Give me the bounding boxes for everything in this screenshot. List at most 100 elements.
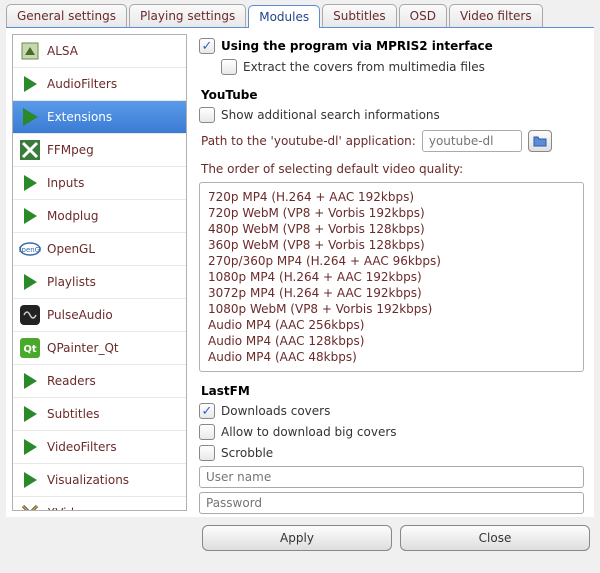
content-pane: ALSA AudioFilters Extensions FFMpeg Inpu… <box>6 27 594 517</box>
quality-item[interactable]: 1080p WebM (VP8 + Vorbis 192kbps) <box>208 301 575 317</box>
play-icon <box>19 469 41 491</box>
sidebar-item-qpainter[interactable]: Qt QPainter_Qt <box>13 332 186 365</box>
quality-item[interactable]: 720p MP4 (H.264 + AAC 192kbps) <box>208 189 575 205</box>
svg-text:OpenGL: OpenGL <box>19 246 41 254</box>
sidebar-item-label: Visualizations <box>47 473 129 487</box>
sidebar-item-label: Modplug <box>47 209 99 223</box>
lastfm-big-label: Allow to download big covers <box>221 425 397 439</box>
sidebar-item-label: Extensions <box>47 110 112 124</box>
close-button[interactable]: Close <box>400 525 590 551</box>
tab-video-filters[interactable]: Video filters <box>449 4 543 27</box>
sidebar-item-label: Readers <box>47 374 96 388</box>
quality-item[interactable]: 480p WebM (VP8 + Vorbis 128kbps) <box>208 221 575 237</box>
lastfm-scrobble-label: Scrobble <box>221 446 273 460</box>
sidebar-item-inputs[interactable]: Inputs <box>13 167 186 200</box>
apply-button[interactable]: Apply <box>202 525 392 551</box>
lastfm-big-row: Allow to download big covers <box>199 422 584 443</box>
lastfm-downloads-row: Downloads covers <box>199 401 584 422</box>
sidebar-item-label: FFMpeg <box>47 143 94 157</box>
youtube-show-additional-label: Show additional search informations <box>221 108 440 122</box>
tab-bar: General settings Playing settings Module… <box>0 0 600 27</box>
youtube-title: YouTube <box>199 78 584 105</box>
quality-item[interactable]: 3072p MP4 (H.264 + AAC 192kbps) <box>208 285 575 301</box>
quality-item[interactable]: 270p/360p MP4 (H.264 + AAC 96kbps) <box>208 253 575 269</box>
sidebar-item-xvideo[interactable]: XVideo <box>13 497 186 511</box>
sidebar-item-label: ALSA <box>47 44 78 58</box>
lastfm-title: LastFM <box>199 374 584 401</box>
lastfm-downloads-checkbox[interactable] <box>199 403 215 419</box>
ffmpeg-icon <box>19 139 41 161</box>
play-icon <box>19 271 41 293</box>
quality-item[interactable]: 360p WebM (VP8 + Vorbis 128kbps) <box>208 237 575 253</box>
quality-item[interactable]: 1080p MP4 (H.264 + AAC 192kbps) <box>208 269 575 285</box>
youtube-dl-path-input[interactable] <box>422 130 522 152</box>
sidebar-item-label: Playlists <box>47 275 96 289</box>
play-icon <box>19 370 41 392</box>
youtube-dl-path-row: Path to the 'youtube-dl' application: <box>199 126 584 158</box>
quality-item[interactable]: Audio MP4 (AAC 128kbps) <box>208 333 575 349</box>
play-icon <box>19 172 41 194</box>
sidebar-item-opengl[interactable]: OpenGL OpenGL <box>13 233 186 266</box>
youtube-dl-path-label: Path to the 'youtube-dl' application: <box>201 134 416 148</box>
sidebar-item-playlists[interactable]: Playlists <box>13 266 186 299</box>
tab-subtitles[interactable]: Subtitles <box>322 4 397 27</box>
lastfm-scrobble-checkbox[interactable] <box>199 445 215 461</box>
sidebar-item-label: Inputs <box>47 176 84 190</box>
sidebar-item-extensions[interactable]: Extensions <box>13 101 186 134</box>
mpris2-checkbox[interactable] <box>199 38 215 54</box>
extract-covers-checkbox[interactable] <box>221 59 237 75</box>
quality-item[interactable]: 720p WebM (VP8 + Vorbis 192kbps) <box>208 205 575 221</box>
youtube-show-additional-checkbox[interactable] <box>199 107 215 123</box>
alsa-icon <box>19 40 41 62</box>
lastfm-username-input[interactable] <box>199 466 584 488</box>
play-icon <box>19 205 41 227</box>
sidebar-item-videofilters[interactable]: VideoFilters <box>13 431 186 464</box>
sidebar-item-label: AudioFilters <box>47 77 117 91</box>
extract-covers-label: Extract the covers from multimedia files <box>243 60 485 74</box>
folder-icon <box>533 135 547 147</box>
xvideo-icon <box>19 502 41 511</box>
sidebar-item-readers[interactable]: Readers <box>13 365 186 398</box>
quality-item[interactable]: Audio MP4 (AAC 48kbps) <box>208 349 575 365</box>
play-icon <box>19 436 41 458</box>
play-icon <box>19 403 41 425</box>
tab-osd[interactable]: OSD <box>399 4 447 27</box>
quality-order-label: The order of selecting default video qua… <box>199 158 584 180</box>
dialog-buttons: Apply Close <box>0 517 600 559</box>
qt-icon: Qt <box>19 337 41 359</box>
lastfm-scrobble-row: Scrobble <box>199 443 584 464</box>
sidebar-item-audiofilters[interactable]: AudioFilters <box>13 68 186 101</box>
svg-text:Qt: Qt <box>23 344 37 355</box>
sidebar-item-modplug[interactable]: Modplug <box>13 200 186 233</box>
sidebar-item-label: QPainter_Qt <box>47 341 119 355</box>
quality-list[interactable]: 720p MP4 (H.264 + AAC 192kbps) 720p WebM… <box>199 182 584 372</box>
mpris2-label: Using the program via MPRIS2 interface <box>221 39 493 53</box>
module-sidebar[interactable]: ALSA AudioFilters Extensions FFMpeg Inpu… <box>12 34 187 511</box>
mpris2-row: Using the program via MPRIS2 interface <box>199 36 584 57</box>
sidebar-item-label: PulseAudio <box>47 308 113 322</box>
quality-item[interactable]: Audio MP4 (AAC 256kbps) <box>208 317 575 333</box>
play-icon <box>19 106 41 128</box>
browse-button[interactable] <box>528 130 552 152</box>
sidebar-item-subtitles[interactable]: Subtitles <box>13 398 186 431</box>
tab-playing[interactable]: Playing settings <box>129 4 246 27</box>
lastfm-password-input[interactable] <box>199 492 584 514</box>
settings-panel: Using the program via MPRIS2 interface E… <box>191 28 594 517</box>
sidebar-item-label: Subtitles <box>47 407 100 421</box>
play-icon <box>19 73 41 95</box>
pulseaudio-icon <box>19 304 41 326</box>
sidebar-item-label: OpenGL <box>47 242 95 256</box>
sidebar-item-visualizations[interactable]: Visualizations <box>13 464 186 497</box>
opengl-icon: OpenGL <box>19 238 41 260</box>
lastfm-big-checkbox[interactable] <box>199 424 215 440</box>
sidebar-item-label: VideoFilters <box>47 440 117 454</box>
youtube-show-additional-row: Show additional search informations <box>199 105 584 126</box>
sidebar-item-ffmpeg[interactable]: FFMpeg <box>13 134 186 167</box>
tab-general[interactable]: General settings <box>6 4 127 27</box>
tab-modules[interactable]: Modules <box>248 5 320 28</box>
sidebar-item-pulseaudio[interactable]: PulseAudio <box>13 299 186 332</box>
sidebar-item-alsa[interactable]: ALSA <box>13 35 186 68</box>
sidebar-item-label: XVideo <box>47 506 89 511</box>
lastfm-downloads-label: Downloads covers <box>221 404 330 418</box>
extract-covers-row: Extract the covers from multimedia files <box>199 57 584 78</box>
